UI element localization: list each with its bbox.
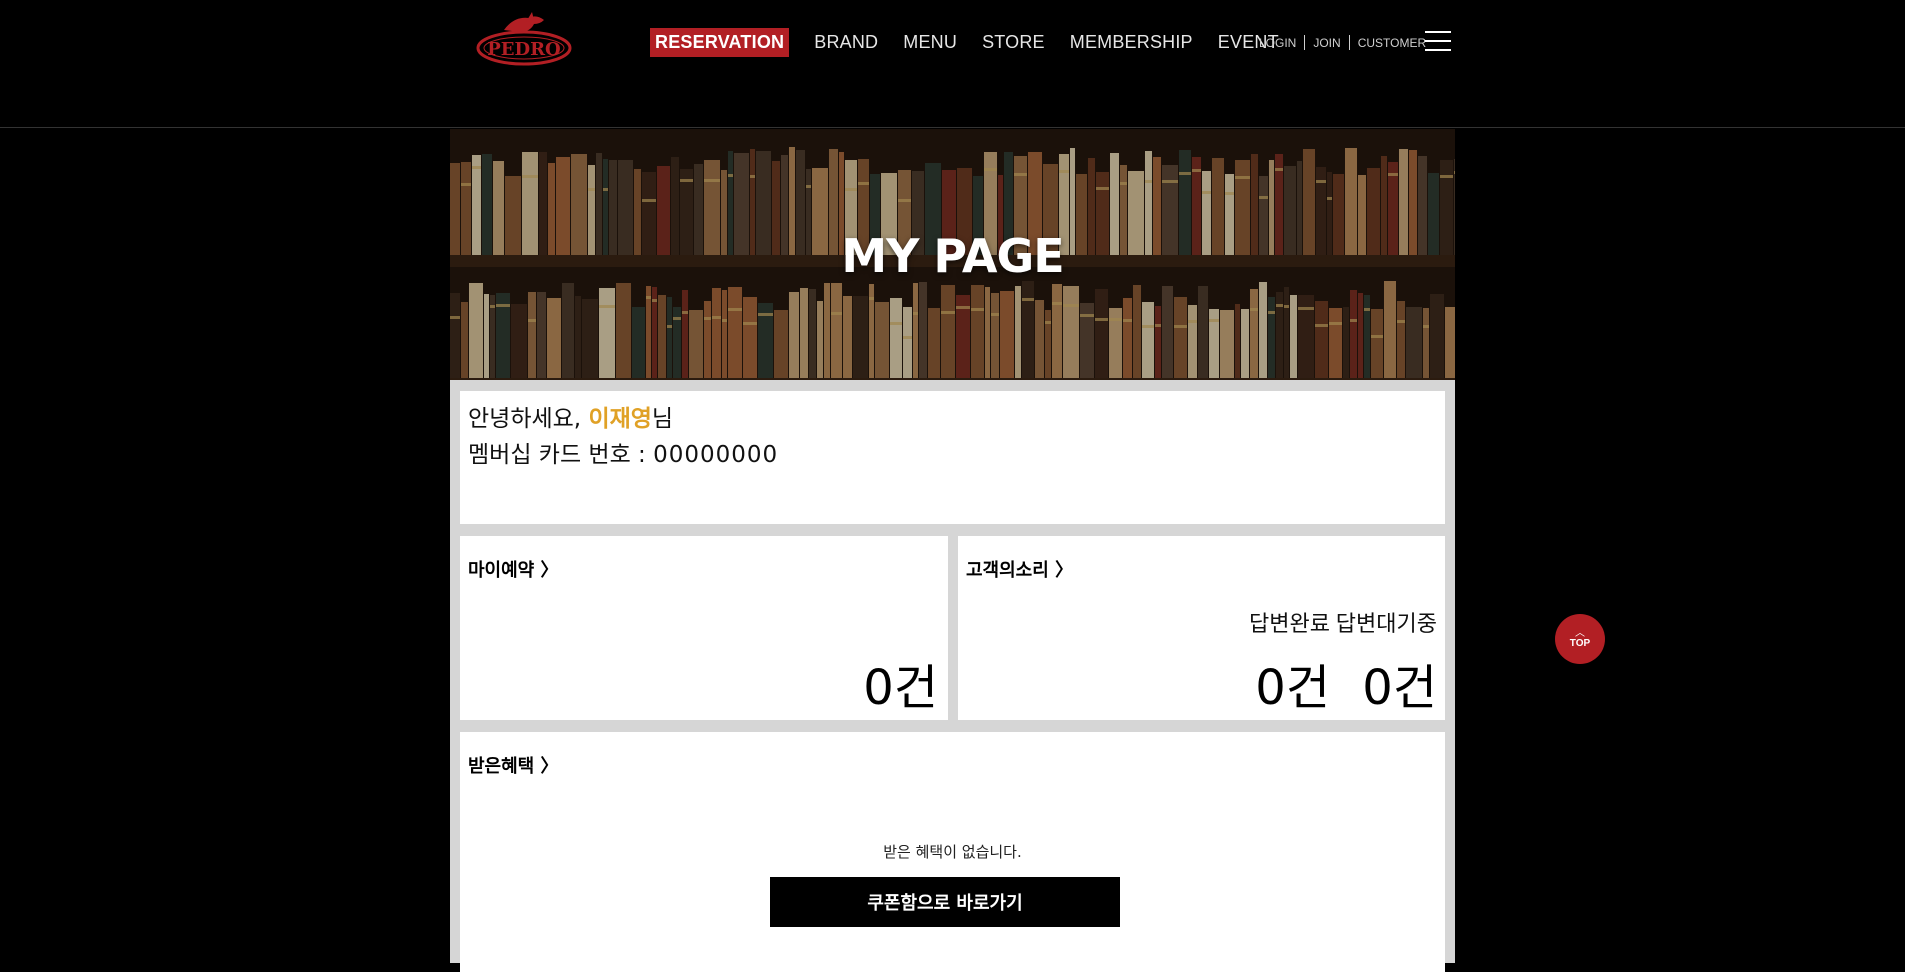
logo-text: PEDRO <box>487 39 561 60</box>
coupon-box-button[interactable]: 쿠폰함으로 바로가기 <box>770 877 1120 927</box>
greeting-line: 안녕하세요, 이재영님 <box>468 401 1437 437</box>
utility-links: LOGIN JOIN CUSTOMER <box>1259 35 1426 50</box>
user-name: 이재영 <box>588 406 652 432</box>
greeting-suffix: 님 <box>651 406 674 432</box>
waiting-count: 0건 <box>1362 660 1437 716</box>
membership-line: 멤버십 카드 번호 : 00000000 <box>468 437 1437 473</box>
customer-link[interactable]: CUSTOMER <box>1358 36 1426 50</box>
pedro-logo[interactable]: PEDRO <box>474 10 574 68</box>
answered-label: 답변완료 <box>1249 612 1330 637</box>
greeting-card: 안녕하세요, 이재영님 멤버십 카드 번호 : 00000000 <box>460 391 1445 524</box>
reservation-card: 마이예약 〉 0건 <box>460 536 948 720</box>
answered-count: 0건 <box>1255 660 1330 716</box>
nav-menu[interactable]: MENU <box>903 32 957 53</box>
greeting-hello: 안녕하세요, <box>468 406 589 432</box>
waiting-label: 답변대기중 <box>1335 612 1437 637</box>
mypage-banner: MY PAGE <box>450 129 1455 380</box>
page-title: MY PAGE <box>841 229 1064 283</box>
chevron-up-icon: ︿ <box>1575 627 1585 639</box>
nav-reservation[interactable]: RESERVATION <box>650 28 790 57</box>
nav-store[interactable]: STORE <box>982 32 1045 53</box>
util-divider <box>1304 35 1306 50</box>
customer-voice-link[interactable]: 고객의소리 〉 <box>966 556 1073 582</box>
card-number-label: 멤버십 카드 번호 : <box>468 442 654 468</box>
hamburger-menu-icon[interactable] <box>1425 31 1451 51</box>
card-number-value: 00000000 <box>653 442 779 468</box>
top-label: TOP <box>1569 637 1591 649</box>
customer-voice-card: 고객의소리 〉 답변완료 0건 답변대기중 0건 <box>958 536 1445 720</box>
util-divider <box>1348 35 1350 50</box>
empty-benefit-message: 받은 혜택이 없습니다. <box>883 843 1022 861</box>
nav-membership[interactable]: MEMBERSHIP <box>1070 32 1193 53</box>
reservation-count: 0건 <box>863 660 938 716</box>
benefit-card: 받은혜택 〉 받은 혜택이 없습니다. 쿠폰함으로 바로가기 <box>460 732 1445 972</box>
scroll-top-button[interactable]: ︿ TOP <box>1555 614 1605 664</box>
reservation-link[interactable]: 마이예약 〉 <box>468 556 559 582</box>
login-link[interactable]: LOGIN <box>1259 36 1296 50</box>
site-header: PEDRO RESERVATION BRAND MENU STORE MEMBE… <box>0 0 1905 128</box>
main-nav: RESERVATION BRAND MENU STORE MEMBERSHIP … <box>650 28 1304 57</box>
join-link[interactable]: JOIN <box>1313 36 1340 50</box>
nav-brand[interactable]: BRAND <box>814 32 878 53</box>
mypage-container: MY PAGE 안녕하세요, 이재영님 멤버십 카드 번호 : 00000000… <box>450 129 1455 972</box>
benefit-link[interactable]: 받은혜택 〉 <box>468 752 559 778</box>
